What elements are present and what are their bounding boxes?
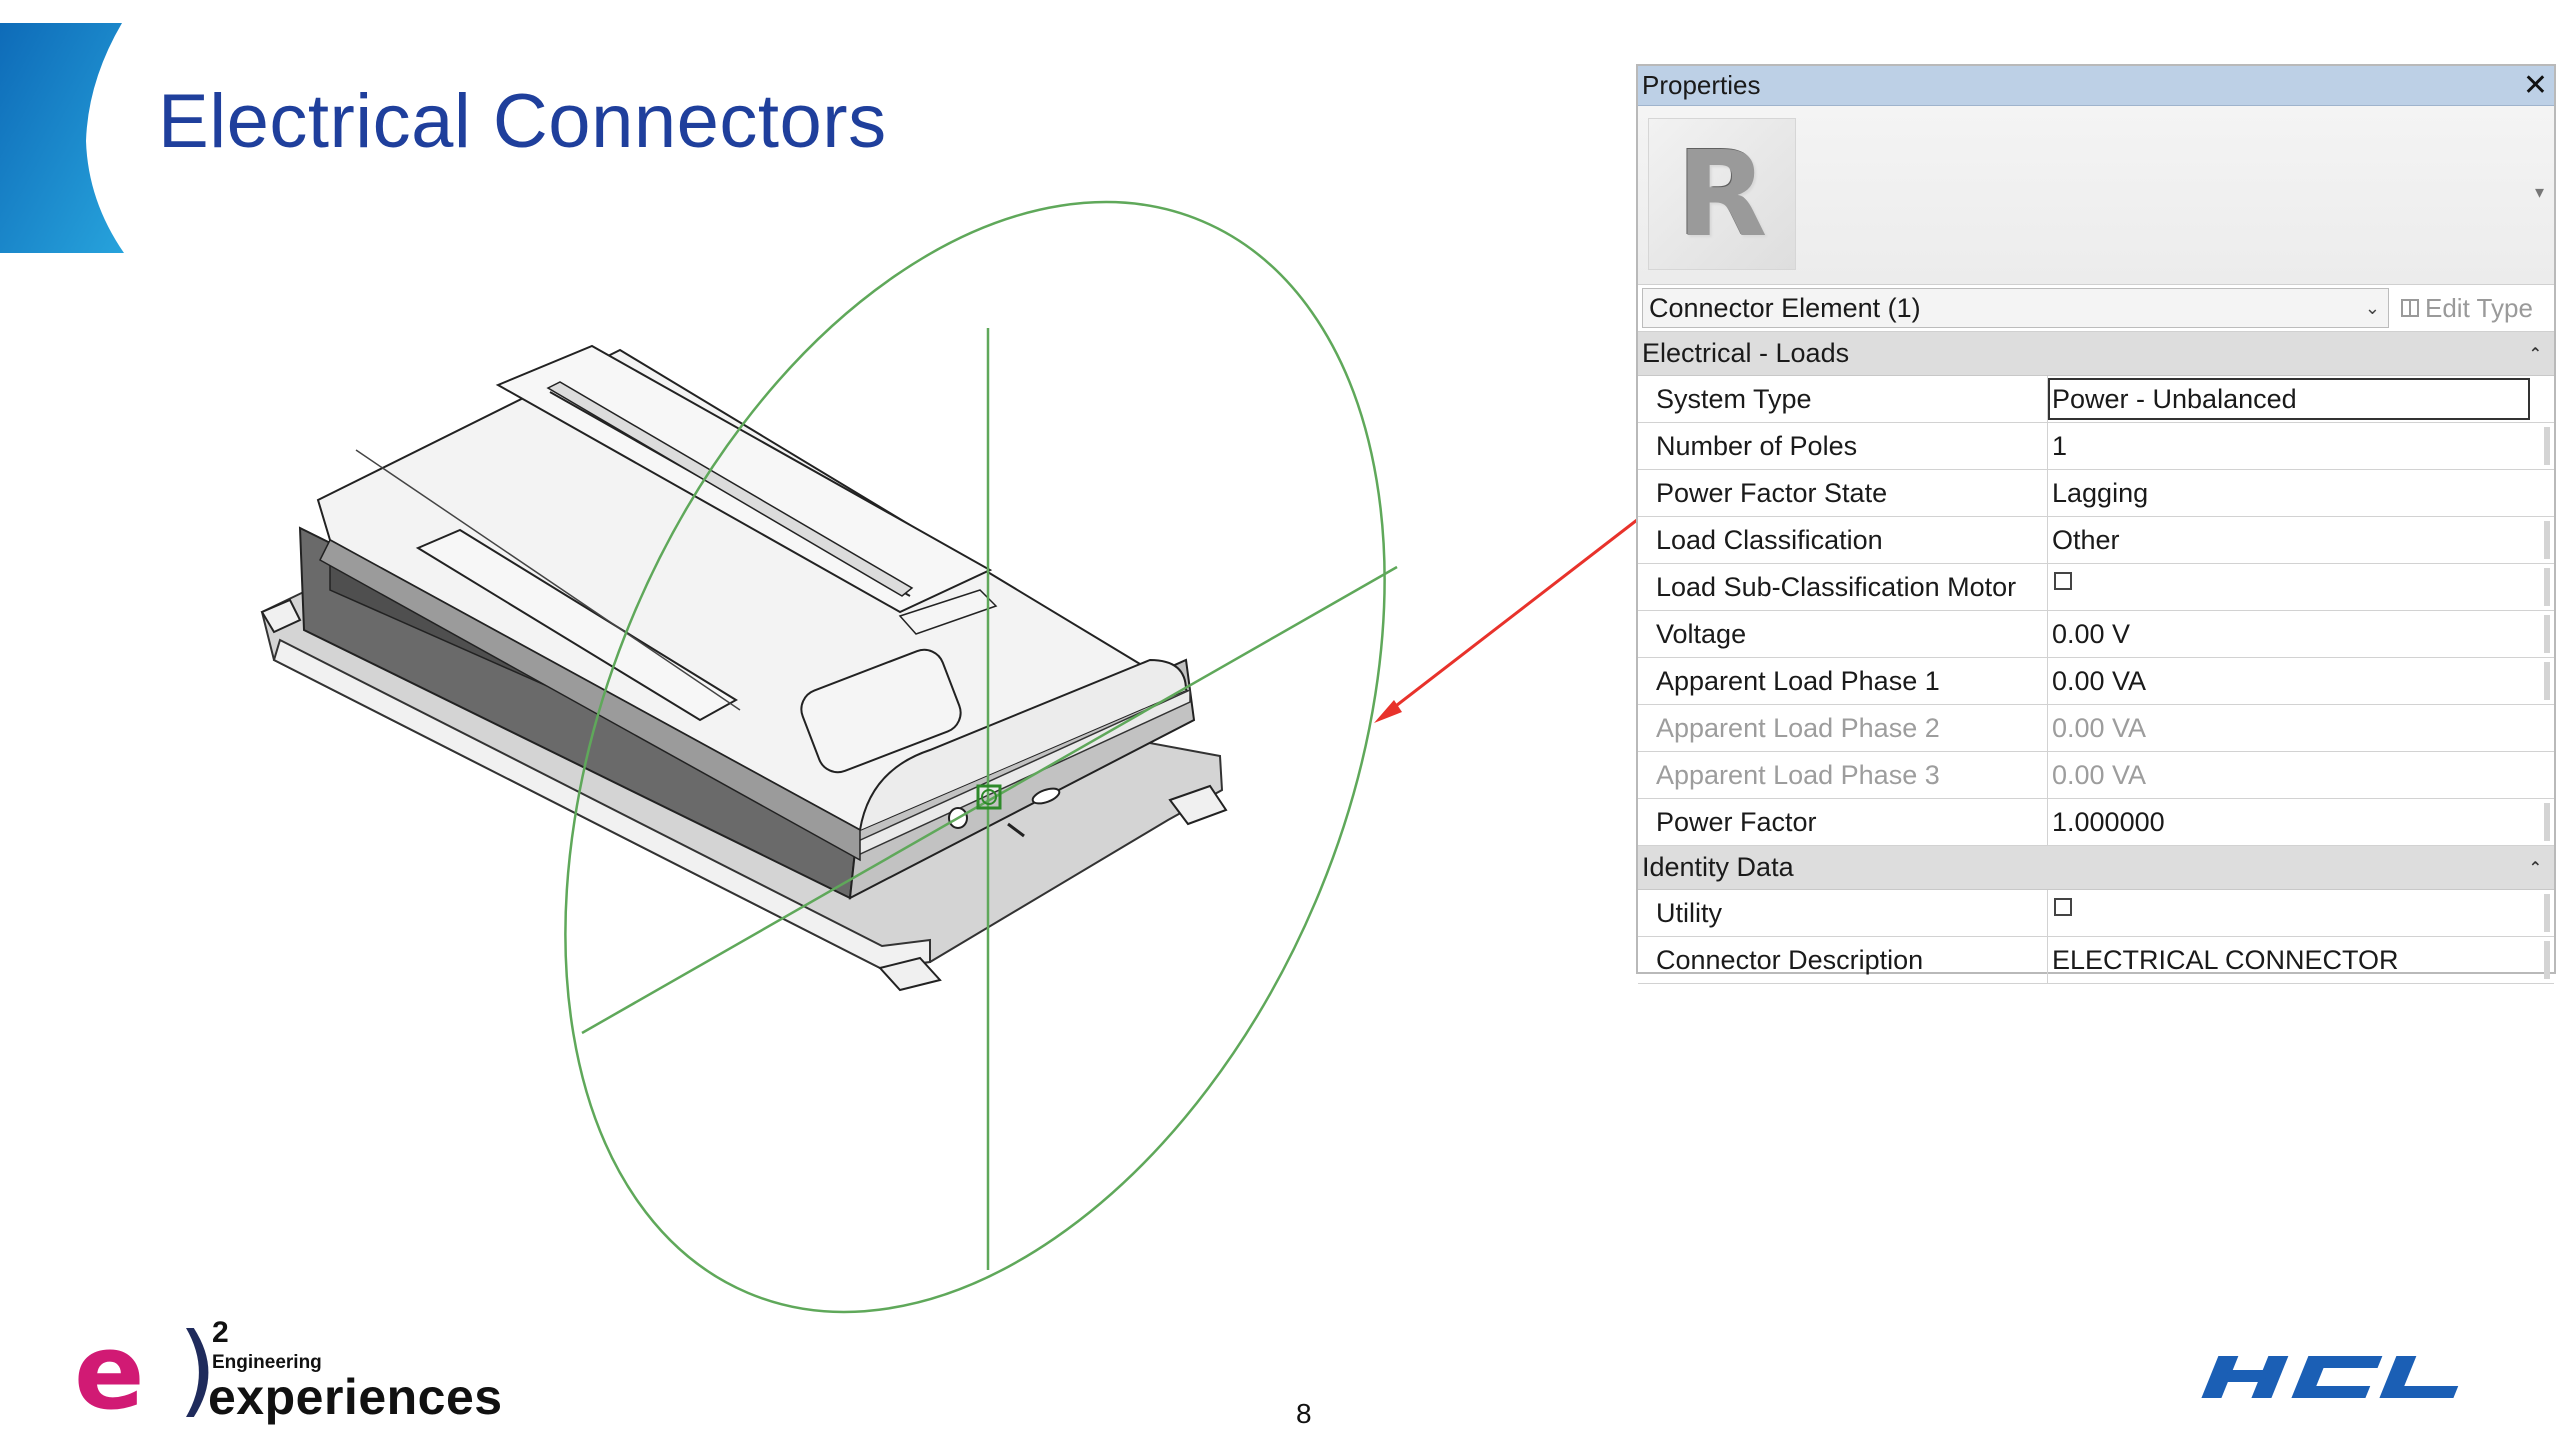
property-name: Apparent Load Phase 1	[1638, 658, 2048, 704]
property-name: Apparent Load Phase 2	[1638, 705, 2048, 751]
type-selector-value: Connector Element (1)	[1649, 292, 1921, 323]
property-value: ELECTRICAL CONNECTOR	[2052, 944, 2399, 975]
property-row-voltage: Voltage 0.00 V	[1638, 611, 2554, 658]
edit-type-button[interactable]: Edit Type	[2401, 293, 2533, 324]
property-name: Power Factor	[1638, 799, 2048, 845]
e2-logo-experiences: experiences	[208, 1369, 503, 1425]
property-row-system-type: System Type Power - Unbalanced	[1638, 376, 2554, 423]
slide-accent-shape	[0, 23, 124, 253]
properties-palette: Properties ✕ R ▾ Connector Element (1) ⌄…	[1636, 64, 2556, 984]
properties-title: Properties	[1642, 70, 1761, 100]
collapse-icon[interactable]: ⌃	[2529, 858, 2542, 878]
electrical-fixture-model	[260, 344, 1228, 992]
apparent-load-phase-3-field: 0.00 VA	[2052, 759, 2147, 790]
properties-titlebar[interactable]: Properties ✕	[1638, 66, 2554, 106]
property-row-load-classification: Load Classification Other	[1638, 517, 2554, 564]
property-name: Number of Poles	[1638, 423, 2048, 469]
property-value: Other	[2052, 524, 2120, 555]
load-sub-classification-motor-field	[2048, 564, 2554, 610]
property-row-apparent-load-phase-3: Apparent Load Phase 3 0.00 VA	[1638, 752, 2554, 799]
type-selector-dropdown[interactable]: Connector Element (1) ⌄	[1642, 288, 2389, 328]
chevron-down-icon: ⌄	[2364, 297, 2380, 318]
property-name: Apparent Load Phase 3	[1638, 752, 2048, 798]
property-value: 1	[2052, 430, 2068, 461]
property-row-apparent-load-phase-2: Apparent Load Phase 2 0.00 VA	[1638, 705, 2554, 752]
voltage-field[interactable]: 0.00 V	[2048, 611, 2554, 657]
property-value: 0.00 VA	[2052, 665, 2147, 696]
page-number: 8	[1296, 1398, 1312, 1429]
load-classification-field[interactable]: Other	[2048, 517, 2554, 563]
property-name: Utility	[1638, 890, 2048, 936]
slide-title: Electrical Connectors	[158, 79, 887, 164]
utility-field	[2048, 890, 2554, 936]
revit-logo-letter: R	[1676, 125, 1768, 263]
property-row-connector-description: Connector Description ELECTRICAL CONNECT…	[1638, 937, 2554, 984]
checkbox-icon[interactable]	[2054, 572, 2072, 590]
property-name: Load Classification	[1638, 517, 2048, 563]
e2-logo-mark: e	[74, 1311, 145, 1433]
system-type-field[interactable]: Power - Unbalanced	[2048, 378, 2530, 420]
revit-logo-icon: R	[1648, 118, 1796, 270]
apparent-load-phase-2-field: 0.00 VA	[2052, 712, 2147, 743]
property-name: Power Factor State	[1638, 470, 2048, 516]
number-of-poles-field[interactable]: 1	[2048, 423, 2554, 469]
property-name: System Type	[1638, 376, 2048, 422]
type-preview-area: R ▾	[1638, 106, 2554, 285]
e2-logo-superscript: 2	[212, 1316, 229, 1349]
property-row-load-sub-classification-motor: Load Sub-Classification Motor	[1638, 564, 2554, 611]
power-factor-field[interactable]: 1.000000	[2048, 799, 2554, 845]
close-icon[interactable]: ✕	[2523, 70, 2548, 101]
property-row-apparent-load-phase-1: Apparent Load Phase 1 0.00 VA	[1638, 658, 2554, 705]
connector-description-field[interactable]: ELECTRICAL CONNECTOR	[2048, 937, 2554, 983]
property-name: Connector Description	[1638, 937, 2048, 983]
checkbox-icon[interactable]	[2054, 898, 2072, 916]
edit-type-icon	[2401, 299, 2419, 317]
property-name: Voltage	[1638, 611, 2048, 657]
edit-type-label: Edit Type	[2425, 292, 2533, 323]
apparent-load-phase-1-field[interactable]: 0.00 VA	[2048, 658, 2554, 704]
property-row-number-of-poles: Number of Poles 1	[1638, 423, 2554, 470]
group-label: Electrical - Loads	[1642, 338, 1850, 368]
property-value: 0.00 V	[2052, 618, 2131, 649]
group-label: Identity Data	[1642, 852, 1794, 882]
e2-engineering-experiences-logo: e ) 2 Engineering experiences	[74, 1316, 534, 1426]
property-row-utility: Utility	[1638, 890, 2554, 937]
property-row-power-factor-state: Power Factor State Lagging	[1638, 470, 2554, 517]
power-factor-state-field[interactable]: Lagging	[2048, 470, 2554, 516]
group-header-identity-data[interactable]: Identity Data ⌃	[1638, 846, 2554, 890]
hcl-logo	[2201, 1356, 2459, 1398]
type-image-dropdown-icon[interactable]: ▾	[2535, 182, 2544, 203]
type-selector-row: Connector Element (1) ⌄ Edit Type	[1638, 285, 2554, 332]
callout-arrow	[1374, 518, 1638, 723]
property-name: Load Sub-Classification Motor	[1638, 564, 2048, 610]
property-value: 1.000000	[2052, 806, 2165, 837]
property-row-power-factor: Power Factor 1.000000	[1638, 799, 2554, 846]
collapse-icon[interactable]: ⌃	[2529, 344, 2542, 364]
group-header-electrical-loads[interactable]: Electrical - Loads ⌃	[1638, 332, 2554, 376]
